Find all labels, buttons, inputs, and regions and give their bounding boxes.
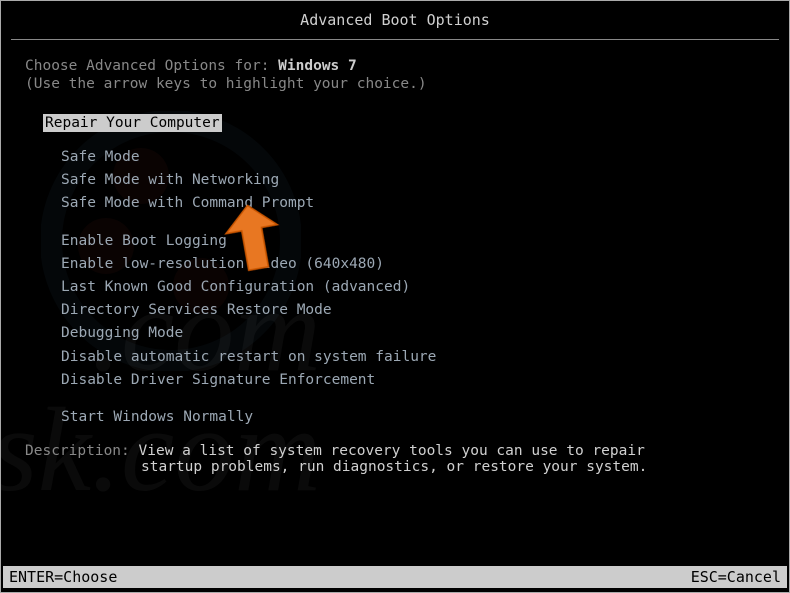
description-label: Description: bbox=[25, 443, 139, 459]
page-title: Advanced Boot Options bbox=[11, 1, 779, 40]
option-safe-mode-command-prompt[interactable]: Safe Mode with Command Prompt bbox=[61, 192, 765, 215]
option-group-advanced: Enable Boot Logging Enable low-resolutio… bbox=[61, 230, 765, 392]
description-text-line1: View a list of system recovery tools you… bbox=[139, 443, 645, 459]
option-safe-mode-networking[interactable]: Safe Mode with Networking bbox=[61, 169, 765, 192]
intro-line: Choose Advanced Options for: Windows 7 bbox=[25, 58, 765, 74]
footer-esc-hint: ESC=Cancel bbox=[691, 568, 781, 586]
description-text-line2: startup problems, run diagnostics, or re… bbox=[141, 459, 765, 475]
option-group-normal: Start Windows Normally bbox=[61, 406, 765, 429]
option-disable-auto-restart[interactable]: Disable automatic restart on system fail… bbox=[61, 346, 765, 369]
option-enable-low-res-video[interactable]: Enable low-resolution video (640x480) bbox=[61, 253, 765, 276]
description-block: Description: View a list of system recov… bbox=[25, 443, 765, 475]
option-group-safe-mode: Safe Mode Safe Mode with Networking Safe… bbox=[61, 146, 765, 216]
option-last-known-good-config[interactable]: Last Known Good Configuration (advanced) bbox=[61, 276, 765, 299]
option-debugging-mode[interactable]: Debugging Mode bbox=[61, 322, 765, 345]
hint-line: (Use the arrow keys to highlight your ch… bbox=[25, 76, 765, 92]
option-start-windally[interactable]: Start Windows Normally bbox=[61, 406, 765, 429]
intro-prefix: Choose Advanced Options for: bbox=[25, 58, 278, 74]
option-safe-mode[interactable]: Safe Mode bbox=[61, 146, 765, 169]
os-name: Windows 7 bbox=[278, 58, 357, 74]
option-directory-services-restore[interactable]: Directory Services Restore Mode bbox=[61, 299, 765, 322]
footer-enter-hint: ENTER=Choose bbox=[9, 568, 117, 586]
footer-bar: ENTER=Choose ESC=Cancel bbox=[3, 566, 787, 588]
option-enable-boot-logging[interactable]: Enable Boot Logging bbox=[61, 230, 765, 253]
option-disable-driver-signature[interactable]: Disable Driver Signature Enforcement bbox=[61, 369, 765, 392]
option-repair-your-computer-selected[interactable]: Repair Your Computer bbox=[43, 114, 222, 132]
